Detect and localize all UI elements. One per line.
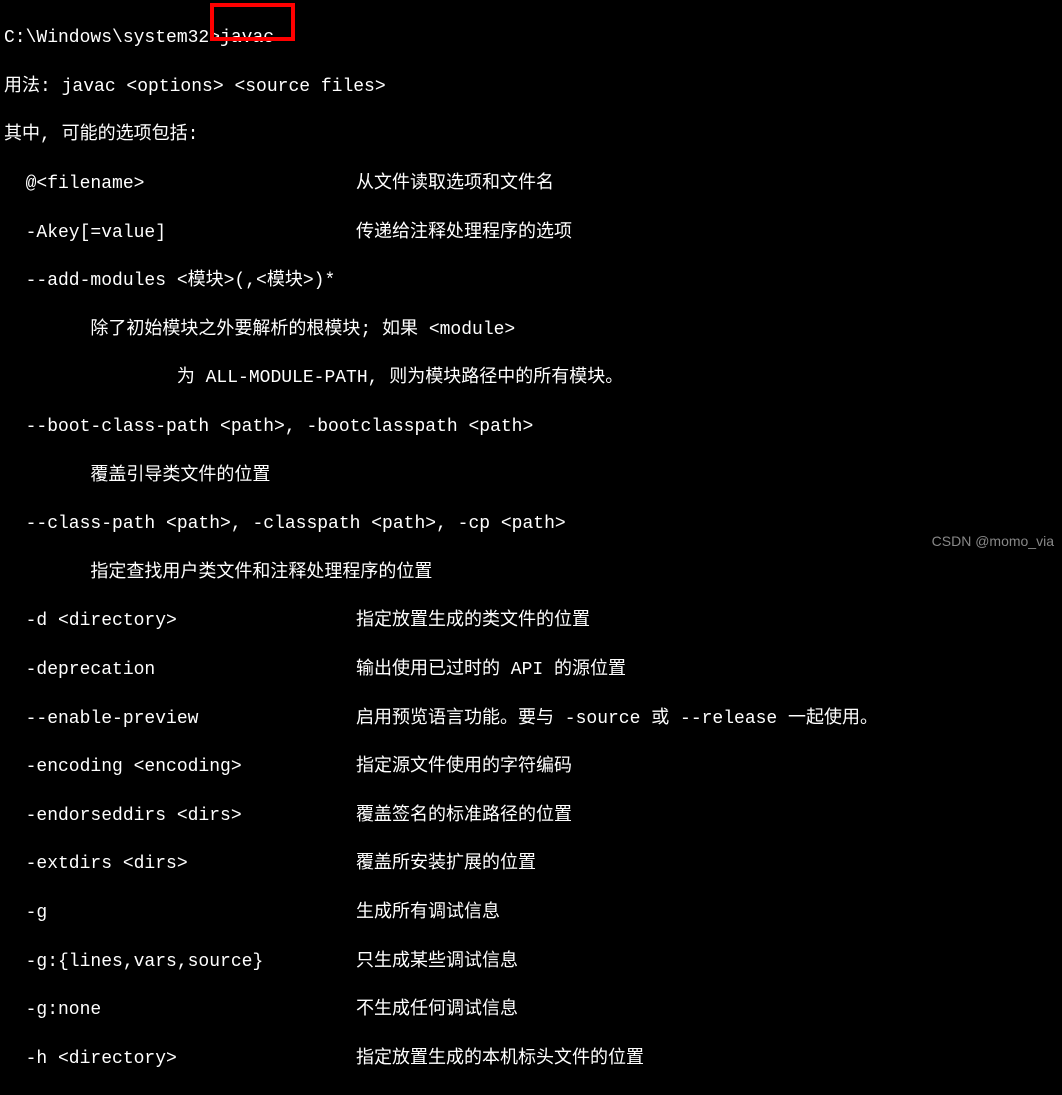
option-row: --add-modules <模块>(,<模块>)*	[4, 269, 1058, 293]
option-continuation: 为 ALL-MODULE-PATH, 则为模块路径中的所有模块。	[4, 366, 1058, 390]
option-row: -g:none不生成任何调试信息	[4, 998, 1058, 1022]
option-row: -g:{lines,vars,source}只生成某些调试信息	[4, 950, 1058, 974]
option-row: -endorseddirs <dirs>覆盖签名的标准路径的位置	[4, 804, 1058, 828]
option-row: -d <directory>指定放置生成的类文件的位置	[4, 609, 1058, 633]
option-continuation: 覆盖引导类文件的位置	[4, 464, 1058, 488]
option-row: --enable-preview启用预览语言功能。要与 -source 或 --…	[4, 707, 1058, 731]
option-row: --class-path <path>, -classpath <path>, …	[4, 512, 1058, 536]
option-row: -Akey[=value]传递给注释处理程序的选项	[4, 221, 1058, 245]
option-row: -h <directory>指定放置生成的本机标头文件的位置	[4, 1047, 1058, 1071]
terminal-output: C:\Windows\system32>javac 用法: javac <opt…	[4, 2, 1058, 1095]
option-row: @<filename>从文件读取选项和文件名	[4, 172, 1058, 196]
option-row: -g生成所有调试信息	[4, 901, 1058, 925]
option-row: --boot-class-path <path>, -bootclasspath…	[4, 415, 1058, 439]
command-line[interactable]: C:\Windows\system32>javac	[4, 26, 1058, 50]
option-continuation: 除了初始模块之外要解析的根模块; 如果 <module>	[4, 318, 1058, 342]
option-row: -extdirs <dirs>覆盖所安装扩展的位置	[4, 852, 1058, 876]
usage-line: 用法: javac <options> <source files>	[4, 75, 1058, 99]
option-continuation: 指定查找用户类文件和注释处理程序的位置	[4, 561, 1058, 585]
prompt: C:\Windows\system32>	[4, 28, 220, 48]
options-intro: 其中, 可能的选项包括:	[4, 123, 1058, 147]
watermark: CSDN @momo_via	[932, 532, 1054, 551]
typed-command: javac	[220, 28, 274, 48]
option-row: -encoding <encoding>指定源文件使用的字符编码	[4, 755, 1058, 779]
option-row: -deprecation输出使用已过时的 API 的源位置	[4, 658, 1058, 682]
